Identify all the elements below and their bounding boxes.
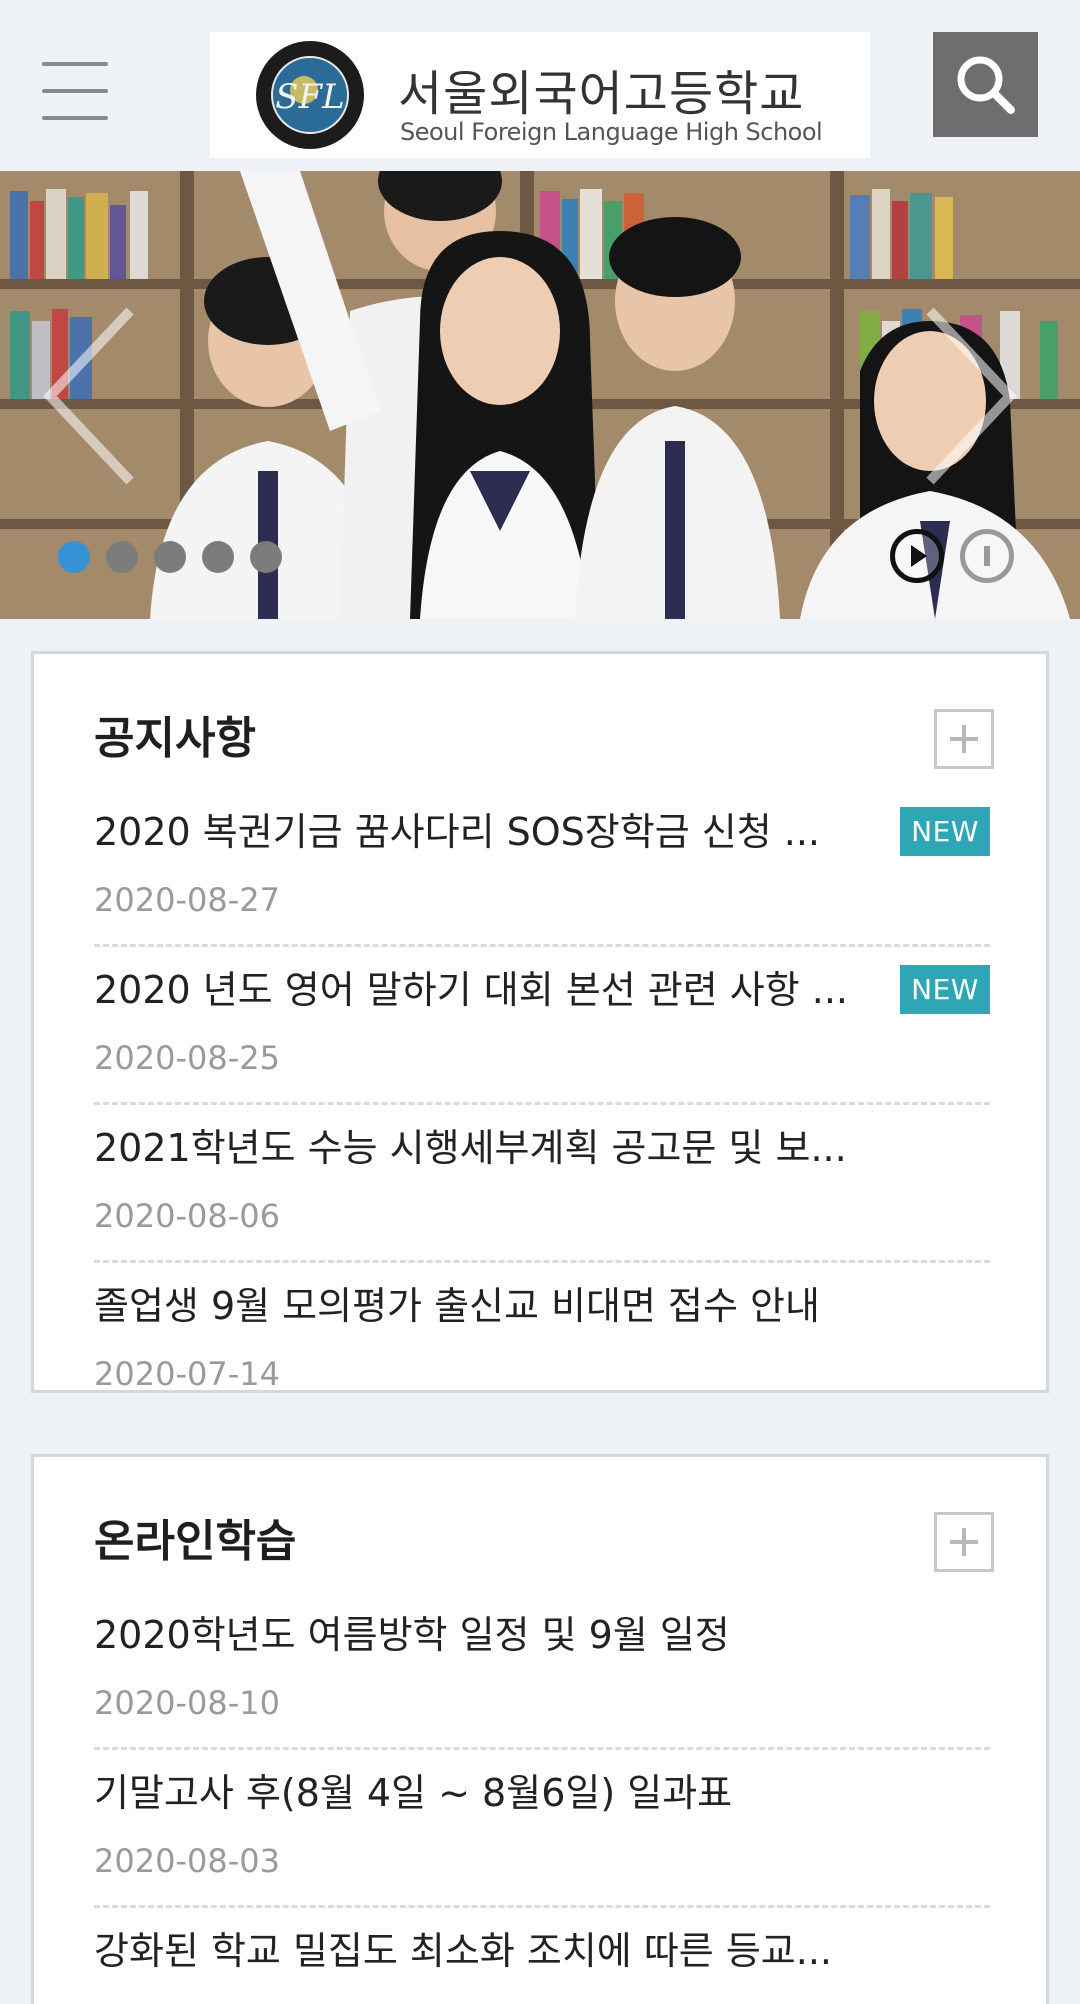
online-more-plus-icon[interactable] [934, 1512, 994, 1572]
slide-indicators [58, 541, 282, 573]
hero-banner-slider[interactable] [0, 171, 1080, 619]
play-triangle-icon [911, 545, 927, 567]
slide-dot-4[interactable] [202, 541, 234, 573]
online-learning-title: 온라인학습 [94, 1516, 297, 1567]
online-item[interactable]: 기말고사 후(8월 4일 ~ 8월6일) 일과표 2020-08-03 [94, 1750, 990, 1908]
notice-item-date: 2020-08-27 [94, 881, 280, 919]
notice-more-plus-icon[interactable] [934, 709, 994, 769]
next-slide-arrow-icon[interactable] [920, 301, 1020, 491]
hamburger-menu-icon[interactable] [38, 58, 112, 120]
online-item[interactable]: 강화된 학교 밀집도 최소화 조치에 따른 등교... 2020-06-26 [94, 1908, 990, 2004]
pause-icon[interactable] [960, 529, 1014, 583]
pause-bars-icon [984, 546, 990, 566]
logo-english-text: Seoul Foreign Language High School [400, 118, 823, 146]
emblem-letters: SFL [275, 77, 344, 117]
online-item-title: 2020학년도 여름방학 일정 및 9월 일정 [94, 1613, 730, 1657]
online-item-title: 기말고사 후(8월 4일 ~ 8월6일) 일과표 [94, 1771, 733, 1815]
notice-board-card: 공지사항 2020 복권기금 꿈사다리 SOS장학금 신청 ... 2020-0… [31, 651, 1049, 1393]
online-learning-card: 온라인학습 2020학년도 여름방학 일정 및 9월 일정 2020-08-10… [31, 1454, 1049, 2004]
notice-item-date: 2020-07-14 [94, 1355, 280, 1393]
play-icon[interactable] [890, 529, 944, 583]
logo-korean-text: 서울외국어고등학교 [398, 66, 805, 122]
new-badge: NEW [900, 807, 990, 856]
online-item-date: 2020-08-10 [94, 1684, 280, 1722]
school-logo[interactable]: SFL 서울외국어고등학교 Seoul Foreign Language Hig… [210, 32, 870, 158]
online-item[interactable]: 2020학년도 여름방학 일정 및 9월 일정 2020-08-10 [94, 1592, 990, 1750]
online-item-date: 2020-08-03 [94, 1842, 280, 1880]
site-header: SFL 서울외국어고등학교 Seoul Foreign Language Hig… [0, 0, 1080, 170]
notice-board-title: 공지사항 [94, 713, 256, 764]
search-button[interactable] [933, 32, 1038, 137]
notice-item[interactable]: 2021학년도 수능 시행세부계획 공고문 및 보... 2020-08-06 [94, 1105, 990, 1263]
notice-item[interactable]: 2020 년도 영어 말하기 대회 본선 관련 사항 ... 2020-08-2… [94, 947, 990, 1105]
notice-item[interactable]: 2020 복권기금 꿈사다리 SOS장학금 신청 ... 2020-08-27 … [94, 789, 990, 947]
notice-item-date: 2020-08-06 [94, 1197, 280, 1235]
notice-item-title: 2020 년도 영어 말하기 대회 본선 관련 사항 ... [94, 968, 848, 1012]
notice-item-title: 졸업생 9월 모의평가 출신교 비대면 접수 안내 [94, 1284, 820, 1328]
notice-item[interactable]: 졸업생 9월 모의평가 출신교 비대면 접수 안내 2020-07-14 [94, 1263, 990, 1393]
notice-item-title: 2020 복권기금 꿈사다리 SOS장학금 신청 ... [94, 810, 820, 854]
online-item-date: 2020-06-26 [94, 2000, 280, 2004]
prev-slide-arrow-icon[interactable] [40, 301, 140, 491]
school-emblem: SFL [256, 41, 364, 149]
slide-dot-5[interactable] [250, 541, 282, 573]
slide-dot-2[interactable] [106, 541, 138, 573]
search-icon [957, 56, 1015, 114]
new-badge: NEW [900, 965, 990, 1014]
slide-dot-1[interactable] [58, 541, 90, 573]
online-item-title: 강화된 학교 밀집도 최소화 조치에 따른 등교... [94, 1929, 832, 1973]
slide-dot-3[interactable] [154, 541, 186, 573]
notice-item-date: 2020-08-25 [94, 1039, 280, 1077]
notice-item-title: 2021학년도 수능 시행세부계획 공고문 및 보... [94, 1126, 847, 1170]
